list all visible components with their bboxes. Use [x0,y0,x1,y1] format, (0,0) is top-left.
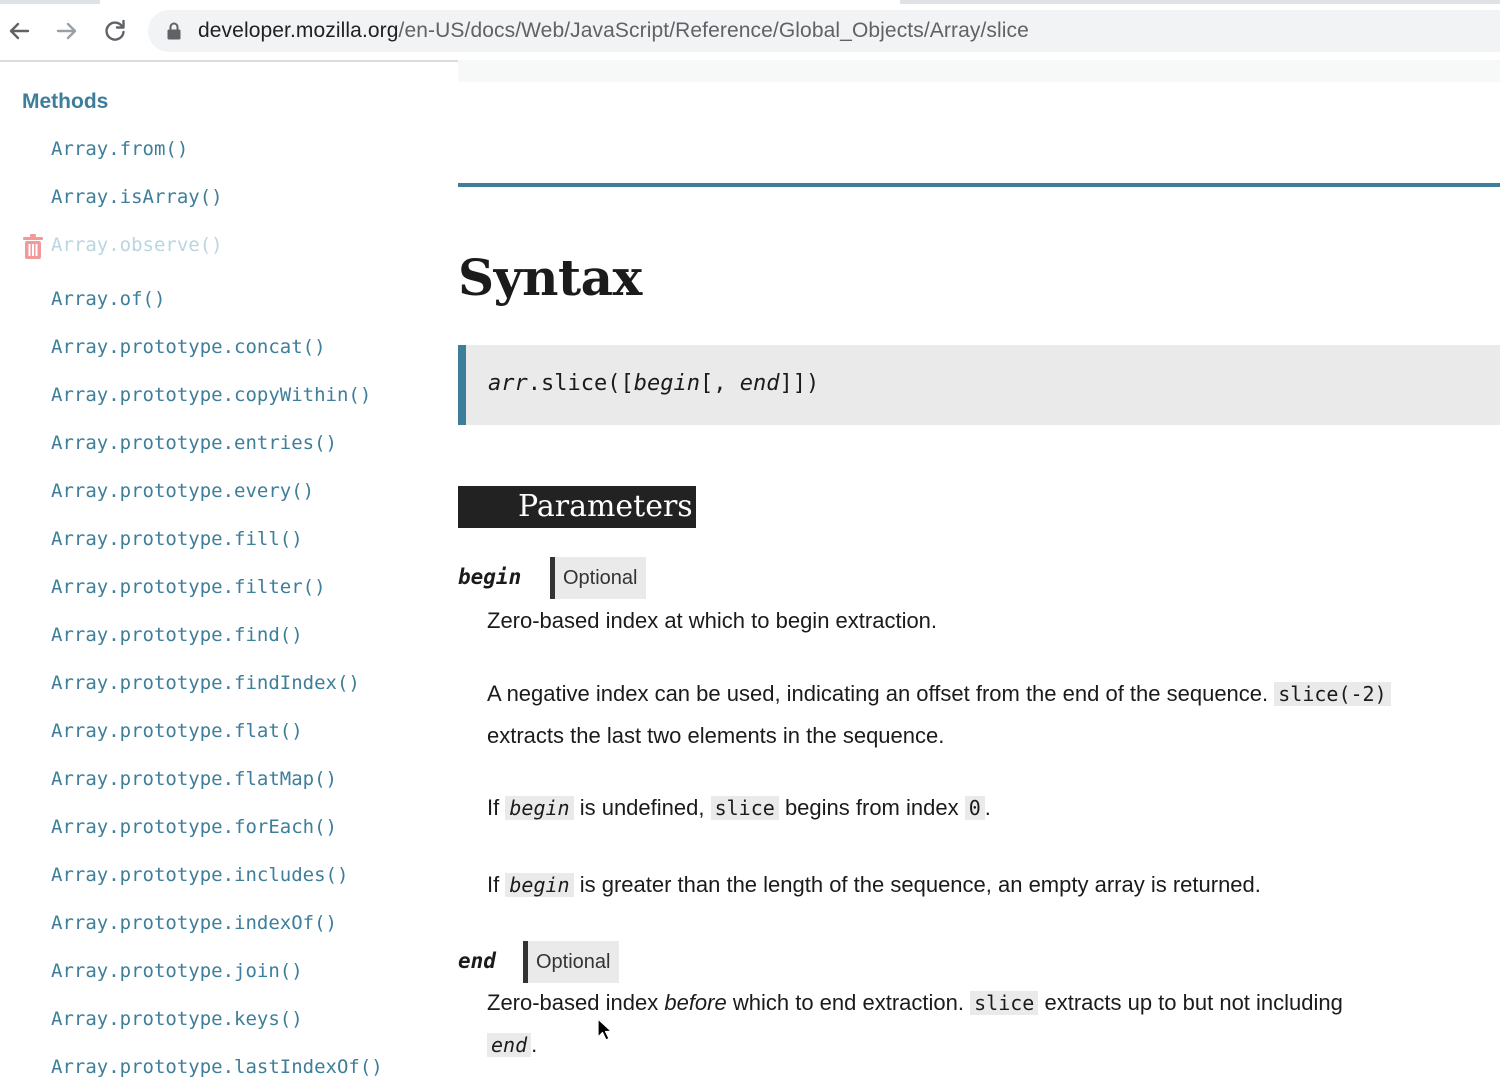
sidebar-item-filter[interactable]: Array.prototype.filter() [51,576,326,598]
reload-icon [105,19,125,41]
back-button[interactable] [4,16,34,46]
text: If [487,795,500,820]
sidebar-item-concat[interactable]: Array.prototype.concat() [51,336,326,358]
inline-code: begin [505,873,574,897]
inline-code: end [487,1033,532,1057]
sidebar-heading[interactable]: Methods [22,90,108,114]
text: which to end extraction. [732,990,964,1015]
begin-negative-index-note: A negative index can be used, indicating… [487,673,1487,756]
url-path: /en-US/docs/Web/JavaScript/Reference/Glo… [398,19,1029,42]
sidebar-item-array-from[interactable]: Array.from() [51,138,188,160]
top-band [458,60,1500,82]
sidebar-item-find[interactable]: Array.prototype.find() [51,624,303,646]
inline-code: 0 [964,796,985,820]
sidebar-item-flatmap[interactable]: Array.prototype.flatMap() [51,768,337,790]
text: is greater than the length of the sequen… [579,872,1261,897]
tab-strip [0,0,1500,4]
end-description: Zero-based index before which to end ext… [487,982,1487,1066]
sidebar-item-join[interactable]: Array.prototype.join() [51,960,303,982]
code-sep: [, [699,371,740,396]
text: begins from index [784,795,959,820]
code-end: end [739,371,780,396]
browser-toolbar: developer.mozilla.org/en-US/docs/Web/Jav… [0,0,1500,62]
code-close: ]]) [779,371,820,396]
begin-undefined-note: If begin is undefined, slice begins from… [487,787,1487,829]
text: A negative index can be used, indicating… [487,681,1269,706]
sidebar-item-includes[interactable]: Array.prototype.includes() [51,864,348,886]
begin-description: Zero-based index at which to begin extra… [487,608,938,633]
parameters-heading: Parameters [458,486,696,528]
text: . [984,795,991,820]
address-bar[interactable]: developer.mozilla.org/en-US/docs/Web/Jav… [148,10,1500,52]
sidebar-item-indexof[interactable]: Array.prototype.indexOf() [51,912,337,934]
optional-badge: Optional [550,557,646,599]
param-begin-name: begin [458,565,522,589]
sidebar-item-flat[interactable]: Array.prototype.flat() [51,720,303,742]
code-begin: begin [633,371,700,396]
reload-button[interactable] [100,16,130,46]
param-end-name: end [458,949,496,973]
forward-arrow-icon [56,22,77,40]
sidebar: Methods Array.from() Array.isArray() Arr… [0,60,440,1092]
sidebar-item-array-observe[interactable]: Array.observe() [51,234,223,256]
sidebar-item-fill[interactable]: Array.prototype.fill() [51,528,303,550]
emphasis: before [664,990,727,1015]
sidebar-item-every[interactable]: Array.prototype.every() [51,480,314,502]
text: is undefined, [579,795,705,820]
sidebar-item-findindex[interactable]: Array.prototype.findIndex() [51,672,360,694]
lock-icon[interactable] [166,22,182,40]
text: If [487,872,500,897]
main-content: Syntax arr.slice([begin[, end]]) Paramet… [458,60,1500,1092]
mouse-cursor-icon [597,1018,613,1041]
active-tab[interactable] [100,0,900,4]
sidebar-item-array-isarray[interactable]: Array.isArray() [51,186,223,208]
text: extracts the last two elements in the se… [487,723,945,748]
syntax-heading: Syntax [458,248,642,307]
sidebar-item-foreach[interactable]: Array.prototype.forEach() [51,816,337,838]
code-method: .slice([ [527,371,634,396]
sidebar-item-array-of[interactable]: Array.of() [51,288,165,310]
inline-code: slice [710,796,779,820]
trash-icon [23,234,43,259]
sidebar-item-copywithin[interactable]: Array.prototype.copyWithin() [51,384,371,406]
syntax-code: arr.slice([begin[, end]]) [488,371,819,396]
inline-code: begin [505,796,574,820]
section-divider [458,183,1500,187]
back-arrow-icon [9,22,30,40]
sidebar-item-lastindexof[interactable]: Array.prototype.lastIndexOf() [51,1056,383,1078]
inline-code: slice [970,991,1039,1015]
forward-button[interactable] [52,16,82,46]
text: Zero-based index [487,990,659,1015]
sidebar-item-keys[interactable]: Array.prototype.keys() [51,1008,303,1030]
url-host: developer.mozilla.org [198,19,399,42]
begin-greater-note: If begin is greater than the length of t… [487,864,1487,906]
syntax-code-block: arr.slice([begin[, end]]) [458,345,1500,425]
url-text[interactable]: developer.mozilla.org/en-US/docs/Web/Jav… [198,19,1029,43]
text: . [531,1032,538,1057]
optional-badge: Optional [523,941,619,983]
code-arr: arr [488,371,528,396]
sidebar-item-entries[interactable]: Array.prototype.entries() [51,432,337,454]
text: extracts up to but not including [1044,990,1343,1015]
inline-code: slice(-2) [1274,682,1391,706]
